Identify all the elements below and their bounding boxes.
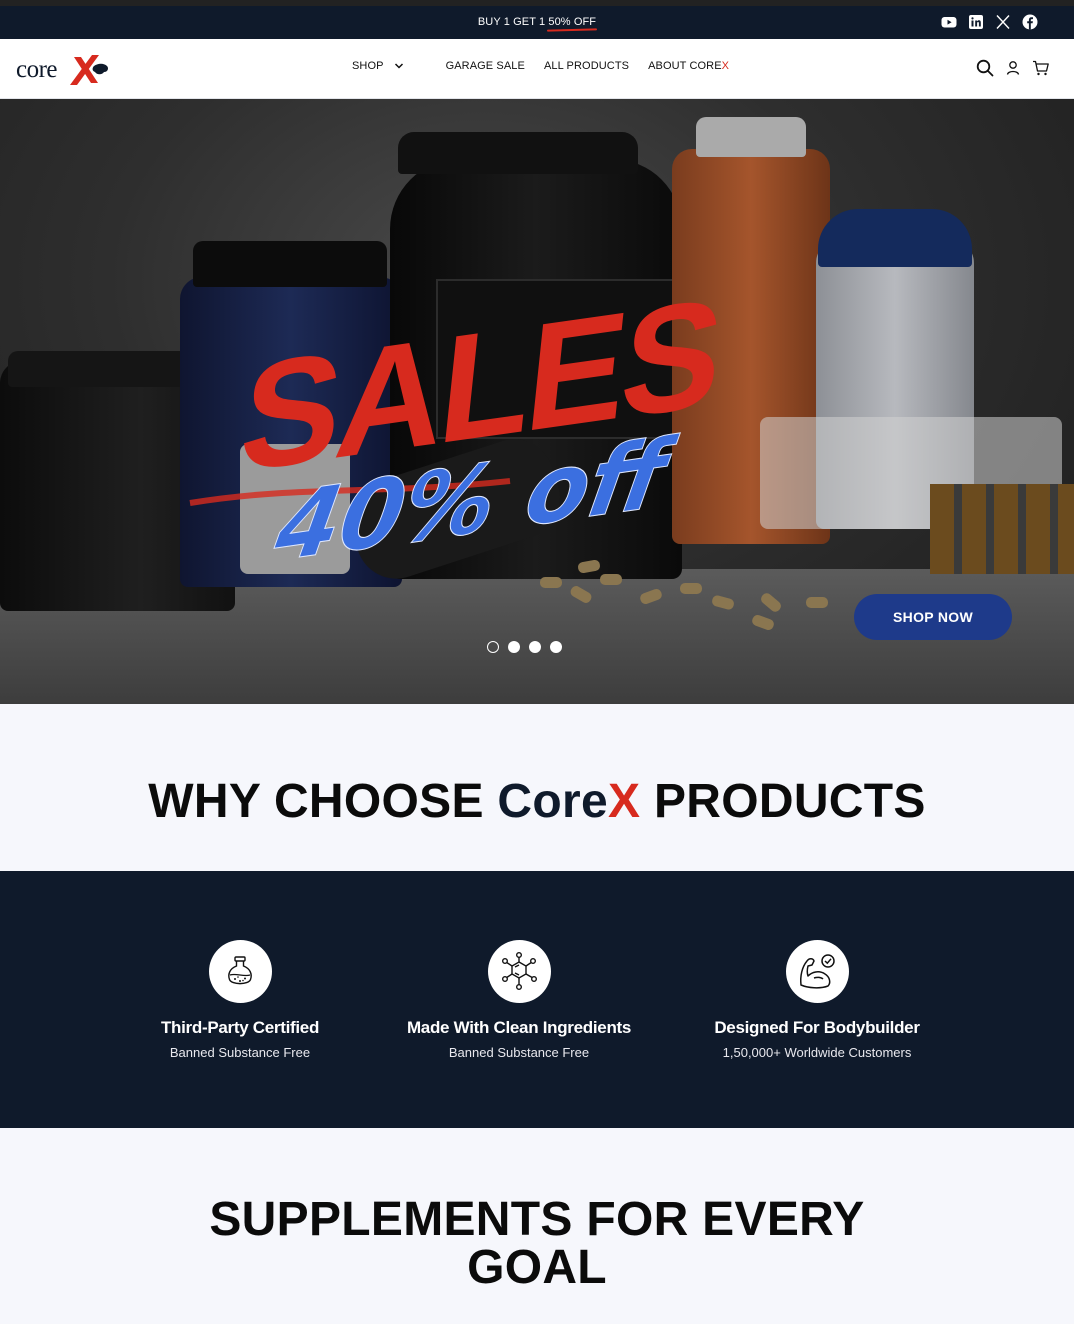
hero-banner: SALES 40% off SHOP NOW	[0, 99, 1074, 704]
promo-text[interactable]: BUY 1 GET 1 50% OFF	[0, 16, 1074, 28]
nav-about-corex[interactable]: ABOUT CORE X	[648, 60, 729, 72]
carousel-dot-1[interactable]	[487, 641, 499, 653]
carousel-dot-2[interactable]	[508, 641, 520, 653]
feature-title: Designed For Bodybuilder	[714, 1018, 920, 1037]
logo-wordmark: core	[16, 56, 58, 83]
promo-highlight: 50% OFF	[548, 16, 597, 28]
nav-shop-label: SHOP	[352, 60, 384, 72]
features-section: Third-Party Certified Banned Substance F…	[0, 871, 1074, 1128]
carousel-dots	[487, 641, 562, 653]
nav-about-x: X	[721, 60, 730, 72]
carousel-dot-4[interactable]	[550, 641, 562, 653]
main-nav: SHOP GARAGE SALE ALL PRODUCTS ABOUT CORE…	[352, 60, 729, 72]
youtube-icon[interactable]	[941, 14, 957, 30]
shop-now-button[interactable]: SHOP NOW	[854, 594, 1012, 640]
linkedin-icon[interactable]	[968, 14, 984, 30]
feature-subtitle: Banned Substance Free	[448, 1045, 590, 1060]
nav-shop[interactable]: SHOP	[352, 60, 404, 72]
social-links	[941, 14, 1038, 30]
x-icon[interactable]	[995, 14, 1011, 30]
feature-third-party: Third-Party Certified Banned Substance F…	[90, 940, 390, 1060]
flask-icon	[228, 955, 252, 984]
why-choose-section: WHY CHOOSE CoreX PRODUCTS	[0, 704, 1074, 871]
why-title-before: WHY CHOOSE	[148, 775, 498, 828]
search-icon[interactable]	[976, 59, 994, 77]
chevron-down-icon	[394, 63, 403, 69]
feature-clean-ingredients: Made With Clean Ingredients Banned Subst…	[369, 940, 669, 1060]
feature-icon-circle	[785, 940, 849, 1003]
logo-x-mark-icon	[70, 55, 108, 85]
bicep-icon	[800, 953, 835, 989]
feature-title: Made With Clean Ingredients	[406, 1018, 632, 1037]
cart-icon[interactable]	[1032, 59, 1050, 77]
supplements-section: SUPPLEMENTS FOR EVERY GOAL	[0, 1128, 1074, 1324]
nav-about-label: ABOUT CORE	[648, 60, 722, 72]
molecule-icon	[501, 951, 538, 990]
feature-icon-circle	[487, 940, 551, 1003]
why-choose-title: WHY CHOOSE CoreX PRODUCTS	[0, 774, 1074, 829]
feature-bodybuilder: Designed For Bodybuilder 1,50,000+ World…	[667, 940, 967, 1060]
corex-logo[interactable]: core	[16, 49, 110, 87]
facebook-icon[interactable]	[1022, 14, 1038, 30]
carousel-dot-3[interactable]	[529, 641, 541, 653]
promo-text-main: BUY 1 GET 1	[477, 16, 549, 28]
feature-subtitle: 1,50,000+ Worldwide Customers	[722, 1045, 912, 1060]
promo-bar: BUY 1 GET 1 50% OFF	[0, 6, 1074, 39]
site-header: core SHOP GARAGE SALE ALL PRODUCTS ABOUT…	[0, 39, 1074, 99]
sales-headline-graphic: SALES 40% off	[189, 285, 727, 565]
feature-title: Third-Party Certified	[160, 1018, 320, 1037]
supplements-title: SUPPLEMENTS FOR EVERY GOAL	[209, 1193, 865, 1294]
why-title-core: Core	[497, 775, 608, 828]
nav-all-products[interactable]: ALL PRODUCTS	[544, 60, 629, 72]
feature-subtitle: Banned Substance Free	[169, 1045, 311, 1060]
nav-garage-sale[interactable]: GARAGE SALE	[446, 60, 525, 72]
user-icon[interactable]	[1004, 59, 1022, 77]
why-title-x: X	[607, 775, 641, 828]
feature-icon-circle	[208, 940, 272, 1003]
header-actions	[976, 59, 1050, 77]
why-title-after: PRODUCTS	[640, 775, 926, 828]
